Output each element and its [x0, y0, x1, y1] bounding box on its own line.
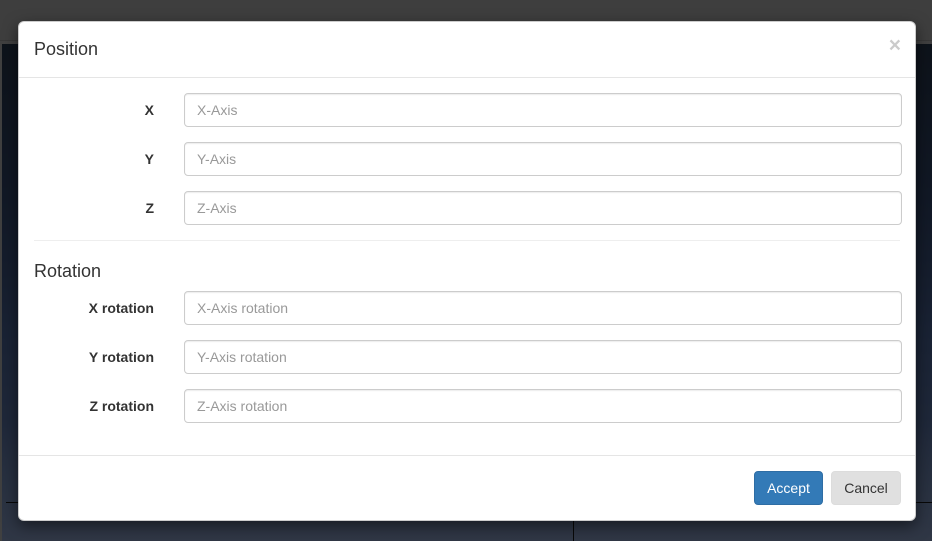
- cancel-button[interactable]: Cancel: [831, 471, 901, 505]
- form-row-z-rotation: Z rotation: [34, 389, 902, 423]
- y-rotation-input[interactable]: [184, 340, 902, 374]
- z-label: Z: [145, 200, 154, 216]
- form-row-y: Y: [34, 142, 902, 176]
- z-rotation-input[interactable]: [184, 389, 902, 423]
- dialog-header: Position ×: [19, 22, 915, 78]
- rotation-heading: Rotation: [34, 261, 102, 281]
- z-axis-input[interactable]: [184, 191, 902, 225]
- z-rotation-label: Z rotation: [89, 398, 154, 414]
- form-row-z: Z: [34, 191, 902, 225]
- x-rotation-input[interactable]: [184, 291, 902, 325]
- y-rotation-label: Y rotation: [88, 349, 154, 365]
- dialog-title: Position: [34, 39, 99, 59]
- accept-button[interactable]: Accept: [754, 471, 823, 505]
- form-row-y-rotation: Y rotation: [34, 340, 902, 374]
- form-row-x-rotation: X rotation: [34, 291, 902, 325]
- close-icon[interactable]: ×: [889, 35, 901, 56]
- dialog-footer: Accept Cancel: [19, 455, 915, 520]
- y-axis-input[interactable]: [184, 142, 902, 176]
- dialog-body: X Y Z Rotation X rotation Y rotation Z r…: [19, 78, 915, 423]
- position-dialog: Position × X Y Z Rotation X rotation Y r…: [18, 21, 916, 521]
- y-label: Y: [144, 151, 154, 167]
- section-divider: [34, 240, 900, 241]
- form-row-x: X: [34, 93, 902, 127]
- x-axis-input[interactable]: [184, 93, 902, 127]
- x-rotation-label: X rotation: [88, 300, 154, 316]
- x-label: X: [144, 102, 154, 118]
